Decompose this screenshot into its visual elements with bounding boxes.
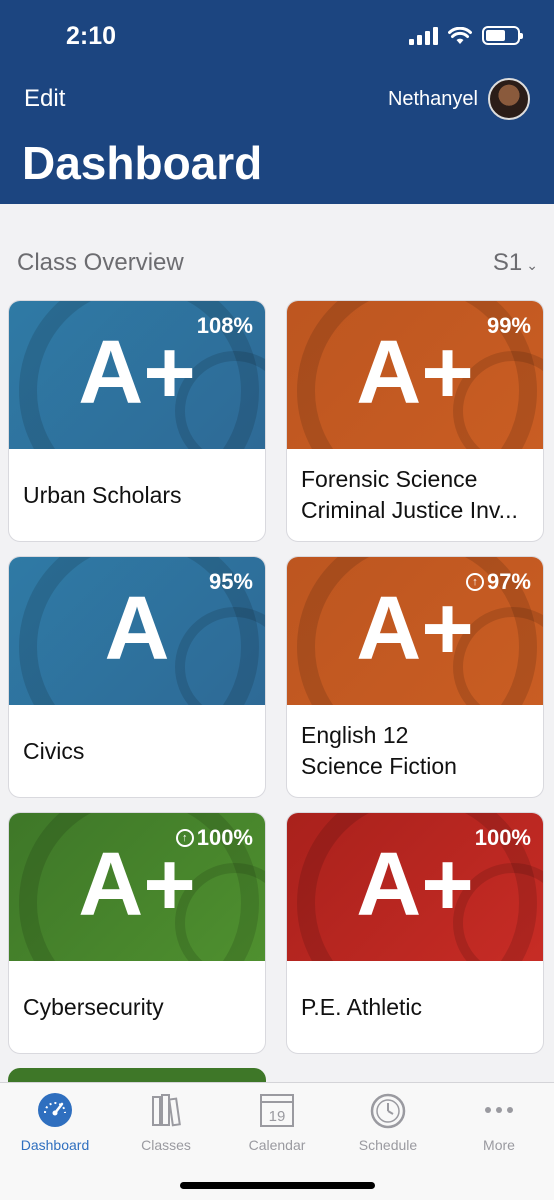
class-card-banner: ↑ 97% A+: [287, 557, 543, 705]
class-name: Urban Scholars: [23, 449, 253, 541]
avatar[interactable]: [488, 78, 530, 120]
cellular-signal-icon: [409, 26, 438, 45]
term-selector[interactable]: S1 ⌄: [493, 249, 538, 277]
battery-icon: [482, 26, 523, 45]
class-name: Cybersecurity: [23, 961, 253, 1053]
more-icon: [485, 1107, 513, 1113]
letter-grade: A+: [356, 835, 474, 935]
class-card[interactable]: 100% A+ P.E. Athletic: [286, 812, 544, 1054]
class-card[interactable]: 108% A+ Urban Scholars: [8, 300, 266, 542]
tab-schedule[interactable]: Schedule: [333, 1091, 443, 1153]
books-icon: [152, 1094, 181, 1127]
class-card[interactable]: ↑ 100% A+ Cybersecurity: [8, 812, 266, 1054]
status-icons: [409, 26, 523, 45]
letter-grade: A+: [78, 835, 196, 935]
tab-label: Calendar: [248, 1137, 306, 1153]
class-card-banner: 95% A: [9, 557, 265, 705]
calendar-icon: 19: [260, 1094, 294, 1127]
class-name: P.E. Athletic: [301, 961, 531, 1053]
gauge-icon: [38, 1093, 72, 1127]
class-name-line: English 12: [301, 722, 409, 748]
section-title: Class Overview: [17, 249, 184, 276]
user-name: Nethanyel: [387, 87, 478, 110]
class-name: English 12 Science Fiction: [301, 705, 531, 797]
tab-classes[interactable]: Classes: [111, 1091, 221, 1153]
letter-grade: A: [104, 579, 170, 679]
class-name-line: Urban Scholars: [23, 481, 182, 508]
class-name-line: Forensic Science: [301, 466, 478, 492]
status-time: 2:10: [66, 22, 117, 50]
class-card-banner: ↑ 100% A+: [9, 813, 265, 961]
class-card-banner: 100% A+: [287, 813, 543, 961]
class-name: Civics: [23, 705, 253, 797]
page-title: Dashboard: [22, 137, 263, 189]
class-name-line: Cybersecurity: [23, 993, 164, 1020]
class-card[interactable]: 95% A Civics: [8, 556, 266, 798]
svg-text:19: 19: [269, 1108, 286, 1125]
edit-button[interactable]: Edit: [24, 85, 65, 113]
tab-calendar[interactable]: 19 Calendar: [222, 1091, 332, 1153]
class-name-line: Civics: [23, 737, 85, 764]
app-header: 2:10 Edit Nethanyel Dashboard: [0, 0, 554, 204]
tab-label: Schedule: [358, 1137, 418, 1153]
class-name-line: P.E. Athletic: [301, 993, 423, 1020]
clock-icon: [370, 1093, 406, 1129]
tab-more[interactable]: More: [444, 1091, 554, 1153]
letter-grade: A+: [78, 323, 196, 423]
class-name-line: Science Fiction: [301, 753, 457, 779]
user-profile[interactable]: Nethanyel: [388, 78, 530, 120]
tab-label: Dashboard: [20, 1137, 90, 1153]
home-indicator: [180, 1182, 375, 1189]
tab-label: More: [483, 1137, 515, 1153]
tab-dashboard[interactable]: Dashboard: [0, 1091, 110, 1153]
letter-grade: A+: [356, 323, 474, 423]
wifi-icon: [448, 26, 472, 44]
term-label: S1: [492, 249, 523, 276]
class-card[interactable]: ↑ 97% A+ English 12 Science Fiction: [286, 556, 544, 798]
class-name: Forensic Science Criminal Justice Inv...: [301, 449, 531, 541]
letter-grade: A+: [356, 579, 474, 679]
class-name-line: Criminal Justice Inv...: [301, 497, 518, 523]
class-card[interactable]: 99% A+ Forensic Science Criminal Justice In…: [286, 300, 544, 542]
chevron-down-icon: ⌄: [526, 257, 538, 273]
class-card-banner: 108% A+: [9, 301, 265, 449]
tab-label: Classes: [141, 1137, 191, 1153]
class-card-banner: 99% A+: [287, 301, 543, 449]
